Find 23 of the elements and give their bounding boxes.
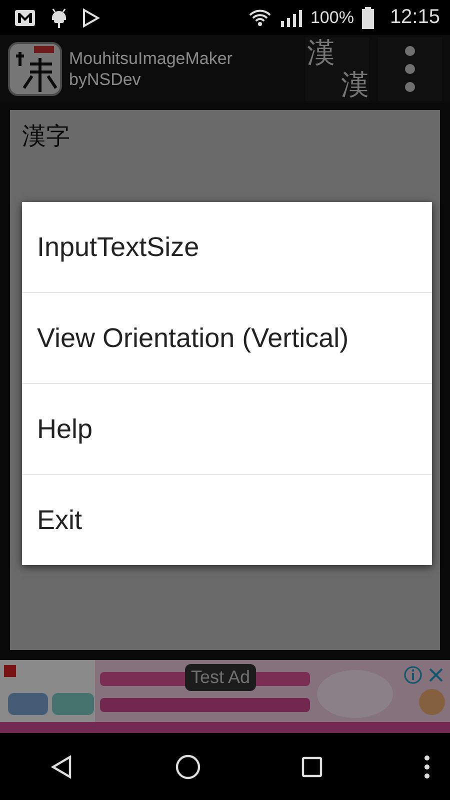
wifi-icon [248, 8, 272, 26]
app-title: MouhitsuImageMaker [69, 48, 234, 69]
test-ad-label: Test Ad [185, 664, 256, 691]
menu-item[interactable]: View Orientation (Vertical) [22, 293, 432, 383]
recents-icon[interactable] [301, 756, 324, 778]
app-icon [8, 42, 62, 96]
menu-item[interactable]: Exit [22, 475, 432, 565]
more-icon[interactable] [424, 754, 430, 778]
menu-item[interactable]: InputTextSize [22, 202, 432, 292]
convert-button[interactable]: 漢 漢 [305, 37, 369, 101]
mail-icon [14, 8, 36, 26]
signal-icon [280, 8, 302, 26]
android-icon [50, 6, 68, 28]
play-store-icon [82, 8, 100, 28]
more-icon [404, 44, 416, 94]
home-icon[interactable] [174, 754, 201, 780]
battery-icon [362, 6, 374, 28]
clock: 12:15 [390, 6, 440, 29]
app-subtitle: byNSDev [69, 69, 142, 90]
battery-percent: 100% [310, 8, 354, 28]
overflow-menu-button[interactable] [378, 37, 442, 101]
menu-item[interactable]: Help [22, 384, 432, 474]
text-editor[interactable]: 漢字 InputTextSize View Orientation (Vertical) Help Exit [10, 110, 440, 650]
